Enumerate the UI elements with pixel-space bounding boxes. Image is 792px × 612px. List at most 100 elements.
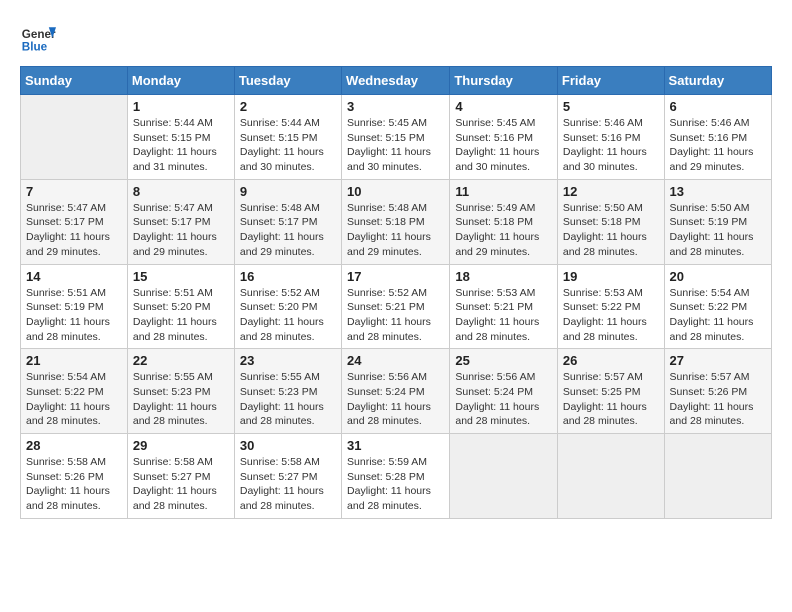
- day-number: 2: [240, 99, 336, 114]
- day-number: 19: [563, 269, 659, 284]
- day-number: 6: [670, 99, 766, 114]
- calendar-cell: [664, 434, 771, 519]
- day-number: 23: [240, 353, 336, 368]
- day-number: 14: [26, 269, 122, 284]
- day-info: Sunrise: 5:48 AMSunset: 5:18 PMDaylight:…: [347, 201, 444, 260]
- calendar-cell: 9 Sunrise: 5:48 AMSunset: 5:17 PMDayligh…: [234, 179, 341, 264]
- calendar-cell: 7 Sunrise: 5:47 AMSunset: 5:17 PMDayligh…: [21, 179, 128, 264]
- day-number: 29: [133, 438, 229, 453]
- day-info: Sunrise: 5:58 AMSunset: 5:26 PMDaylight:…: [26, 455, 122, 514]
- calendar-cell: 17 Sunrise: 5:52 AMSunset: 5:21 PMDaylig…: [342, 264, 450, 349]
- calendar-cell: 29 Sunrise: 5:58 AMSunset: 5:27 PMDaylig…: [127, 434, 234, 519]
- calendar-cell: 2 Sunrise: 5:44 AMSunset: 5:15 PMDayligh…: [234, 95, 341, 180]
- day-info: Sunrise: 5:56 AMSunset: 5:24 PMDaylight:…: [347, 370, 444, 429]
- day-info: Sunrise: 5:58 AMSunset: 5:27 PMDaylight:…: [240, 455, 336, 514]
- calendar-cell: [21, 95, 128, 180]
- day-info: Sunrise: 5:52 AMSunset: 5:20 PMDaylight:…: [240, 286, 336, 345]
- day-number: 31: [347, 438, 444, 453]
- day-info: Sunrise: 5:51 AMSunset: 5:19 PMDaylight:…: [26, 286, 122, 345]
- logo-icon: General Blue: [20, 20, 56, 56]
- day-info: Sunrise: 5:59 AMSunset: 5:28 PMDaylight:…: [347, 455, 444, 514]
- weekday-header: Tuesday: [234, 67, 341, 95]
- day-info: Sunrise: 5:47 AMSunset: 5:17 PMDaylight:…: [26, 201, 122, 260]
- calendar-cell: 26 Sunrise: 5:57 AMSunset: 5:25 PMDaylig…: [557, 349, 664, 434]
- day-number: 9: [240, 184, 336, 199]
- day-info: Sunrise: 5:51 AMSunset: 5:20 PMDaylight:…: [133, 286, 229, 345]
- day-number: 20: [670, 269, 766, 284]
- calendar-table: SundayMondayTuesdayWednesdayThursdayFrid…: [20, 66, 772, 519]
- calendar-cell: 1 Sunrise: 5:44 AMSunset: 5:15 PMDayligh…: [127, 95, 234, 180]
- day-number: 8: [133, 184, 229, 199]
- calendar-cell: 3 Sunrise: 5:45 AMSunset: 5:15 PMDayligh…: [342, 95, 450, 180]
- day-number: 13: [670, 184, 766, 199]
- day-info: Sunrise: 5:50 AMSunset: 5:19 PMDaylight:…: [670, 201, 766, 260]
- day-number: 30: [240, 438, 336, 453]
- calendar-cell: 5 Sunrise: 5:46 AMSunset: 5:16 PMDayligh…: [557, 95, 664, 180]
- day-number: 27: [670, 353, 766, 368]
- logo: General Blue: [20, 20, 60, 56]
- calendar-cell: [557, 434, 664, 519]
- day-number: 28: [26, 438, 122, 453]
- calendar-cell: 20 Sunrise: 5:54 AMSunset: 5:22 PMDaylig…: [664, 264, 771, 349]
- day-number: 26: [563, 353, 659, 368]
- day-info: Sunrise: 5:50 AMSunset: 5:18 PMDaylight:…: [563, 201, 659, 260]
- day-number: 10: [347, 184, 444, 199]
- calendar-cell: 21 Sunrise: 5:54 AMSunset: 5:22 PMDaylig…: [21, 349, 128, 434]
- weekday-header: Sunday: [21, 67, 128, 95]
- day-number: 1: [133, 99, 229, 114]
- svg-text:Blue: Blue: [22, 41, 48, 54]
- day-number: 16: [240, 269, 336, 284]
- day-number: 22: [133, 353, 229, 368]
- day-info: Sunrise: 5:53 AMSunset: 5:22 PMDaylight:…: [563, 286, 659, 345]
- day-info: Sunrise: 5:57 AMSunset: 5:26 PMDaylight:…: [670, 370, 766, 429]
- calendar-cell: 10 Sunrise: 5:48 AMSunset: 5:18 PMDaylig…: [342, 179, 450, 264]
- calendar-cell: 22 Sunrise: 5:55 AMSunset: 5:23 PMDaylig…: [127, 349, 234, 434]
- calendar-cell: 8 Sunrise: 5:47 AMSunset: 5:17 PMDayligh…: [127, 179, 234, 264]
- calendar-cell: 18 Sunrise: 5:53 AMSunset: 5:21 PMDaylig…: [450, 264, 558, 349]
- calendar-cell: [450, 434, 558, 519]
- calendar-cell: 15 Sunrise: 5:51 AMSunset: 5:20 PMDaylig…: [127, 264, 234, 349]
- page-header: General Blue: [20, 20, 772, 56]
- day-number: 18: [455, 269, 552, 284]
- day-info: Sunrise: 5:55 AMSunset: 5:23 PMDaylight:…: [133, 370, 229, 429]
- calendar-cell: 30 Sunrise: 5:58 AMSunset: 5:27 PMDaylig…: [234, 434, 341, 519]
- calendar-cell: 6 Sunrise: 5:46 AMSunset: 5:16 PMDayligh…: [664, 95, 771, 180]
- weekday-header: Wednesday: [342, 67, 450, 95]
- calendar-cell: 16 Sunrise: 5:52 AMSunset: 5:20 PMDaylig…: [234, 264, 341, 349]
- weekday-header: Monday: [127, 67, 234, 95]
- day-number: 12: [563, 184, 659, 199]
- day-info: Sunrise: 5:53 AMSunset: 5:21 PMDaylight:…: [455, 286, 552, 345]
- calendar-cell: 12 Sunrise: 5:50 AMSunset: 5:18 PMDaylig…: [557, 179, 664, 264]
- day-info: Sunrise: 5:58 AMSunset: 5:27 PMDaylight:…: [133, 455, 229, 514]
- calendar-cell: 27 Sunrise: 5:57 AMSunset: 5:26 PMDaylig…: [664, 349, 771, 434]
- day-info: Sunrise: 5:52 AMSunset: 5:21 PMDaylight:…: [347, 286, 444, 345]
- day-info: Sunrise: 5:48 AMSunset: 5:17 PMDaylight:…: [240, 201, 336, 260]
- day-info: Sunrise: 5:56 AMSunset: 5:24 PMDaylight:…: [455, 370, 552, 429]
- day-number: 7: [26, 184, 122, 199]
- calendar-cell: 23 Sunrise: 5:55 AMSunset: 5:23 PMDaylig…: [234, 349, 341, 434]
- day-number: 11: [455, 184, 552, 199]
- day-info: Sunrise: 5:49 AMSunset: 5:18 PMDaylight:…: [455, 201, 552, 260]
- calendar-cell: 24 Sunrise: 5:56 AMSunset: 5:24 PMDaylig…: [342, 349, 450, 434]
- day-info: Sunrise: 5:54 AMSunset: 5:22 PMDaylight:…: [26, 370, 122, 429]
- calendar-cell: 13 Sunrise: 5:50 AMSunset: 5:19 PMDaylig…: [664, 179, 771, 264]
- day-info: Sunrise: 5:46 AMSunset: 5:16 PMDaylight:…: [670, 116, 766, 175]
- day-info: Sunrise: 5:47 AMSunset: 5:17 PMDaylight:…: [133, 201, 229, 260]
- day-number: 3: [347, 99, 444, 114]
- calendar-cell: 11 Sunrise: 5:49 AMSunset: 5:18 PMDaylig…: [450, 179, 558, 264]
- day-number: 21: [26, 353, 122, 368]
- day-info: Sunrise: 5:55 AMSunset: 5:23 PMDaylight:…: [240, 370, 336, 429]
- day-info: Sunrise: 5:45 AMSunset: 5:16 PMDaylight:…: [455, 116, 552, 175]
- calendar-cell: 19 Sunrise: 5:53 AMSunset: 5:22 PMDaylig…: [557, 264, 664, 349]
- day-number: 15: [133, 269, 229, 284]
- calendar-cell: 28 Sunrise: 5:58 AMSunset: 5:26 PMDaylig…: [21, 434, 128, 519]
- calendar-cell: 25 Sunrise: 5:56 AMSunset: 5:24 PMDaylig…: [450, 349, 558, 434]
- day-info: Sunrise: 5:46 AMSunset: 5:16 PMDaylight:…: [563, 116, 659, 175]
- weekday-header: Friday: [557, 67, 664, 95]
- day-info: Sunrise: 5:45 AMSunset: 5:15 PMDaylight:…: [347, 116, 444, 175]
- day-number: 17: [347, 269, 444, 284]
- calendar-cell: 31 Sunrise: 5:59 AMSunset: 5:28 PMDaylig…: [342, 434, 450, 519]
- calendar-cell: 4 Sunrise: 5:45 AMSunset: 5:16 PMDayligh…: [450, 95, 558, 180]
- day-info: Sunrise: 5:44 AMSunset: 5:15 PMDaylight:…: [240, 116, 336, 175]
- weekday-header: Saturday: [664, 67, 771, 95]
